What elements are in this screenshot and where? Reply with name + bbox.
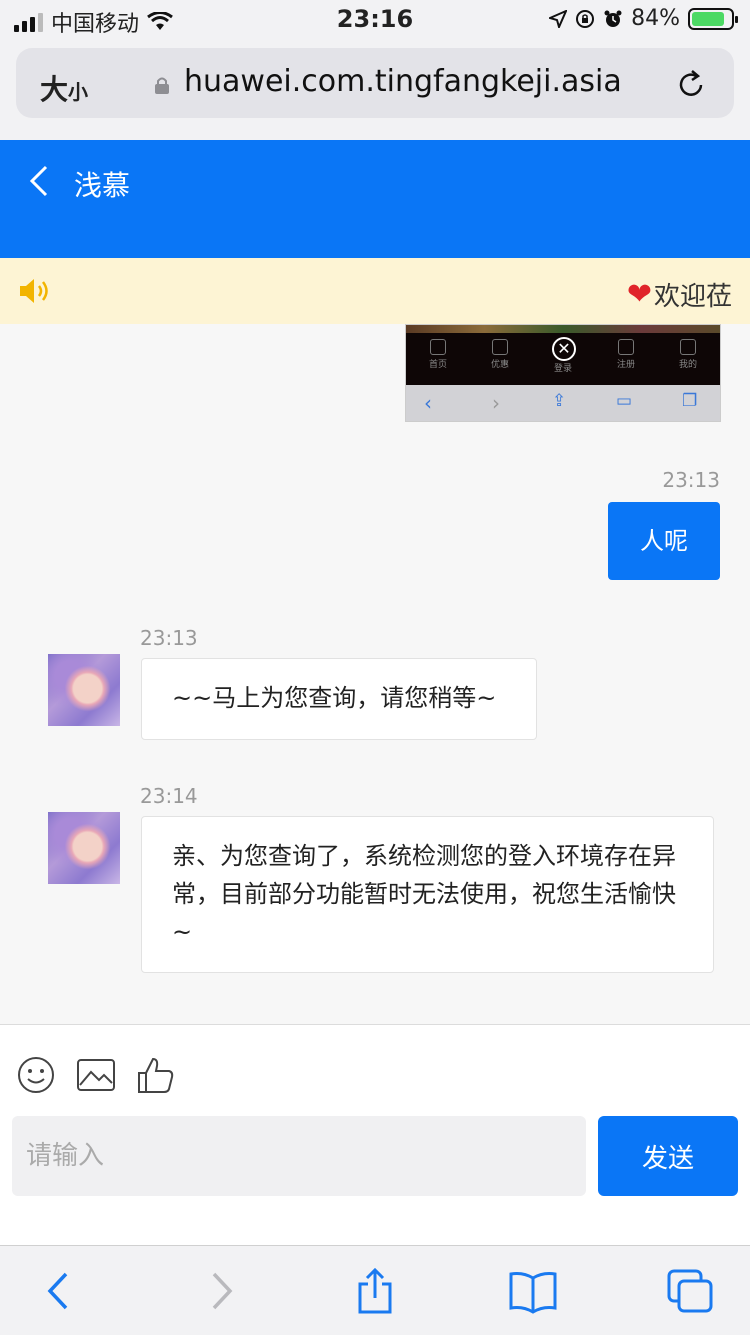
message-time: 23:13 <box>662 468 720 492</box>
image-tab-login: 登录 <box>543 361 583 374</box>
image-tab-offers: 优惠 <box>480 339 520 370</box>
page-title: 浅慕 <box>74 169 131 202</box>
image-tabs-icon: ❐ <box>682 391 698 411</box>
back-arrow-icon[interactable] <box>26 164 54 198</box>
gift-icon <box>492 339 508 355</box>
notice-marquee: ❤ 欢迎莅 <box>627 276 732 313</box>
user-add-icon <box>618 339 634 355</box>
image-tab-label: 我的 <box>678 360 697 370</box>
heart-icon: ❤ <box>626 277 652 312</box>
bookmarks-icon[interactable] <box>508 1268 558 1314</box>
alarm-icon <box>604 10 622 27</box>
image-browser-toolbar: ‹ › ⇪ ▭ ❐ <box>406 385 720 421</box>
text-size-small: 小 <box>68 80 89 104</box>
image-tab-label: 优惠 <box>490 360 509 370</box>
status-right: 84% <box>549 6 738 31</box>
image-tab-label: 注册 <box>616 360 635 370</box>
message-input[interactable] <box>12 1116 586 1196</box>
battery-icon <box>688 7 738 30</box>
image-share-icon: ⇪ <box>552 391 567 411</box>
image-tab-label: 首页 <box>428 360 447 370</box>
image-tab-register: 注册 <box>606 339 646 370</box>
message-time: 23:14 <box>140 784 198 808</box>
location-icon <box>549 9 568 28</box>
message-time: 23:13 <box>140 626 198 650</box>
image-back-icon: ‹ <box>424 391 432 415</box>
chat-messages[interactable]: 首页 优惠 ✕ 登录 注册 我的 ‹ › ⇪ ▭ ❐ 23:13 人呢 23:1… <box>0 324 750 1024</box>
image-forward-icon: › <box>492 391 500 415</box>
image-tab-mine: 我的 <box>668 339 708 370</box>
speaker-icon <box>20 279 48 303</box>
composer: 发送 <box>0 1024 750 1246</box>
app-header: 浅慕 <box>0 140 750 258</box>
status-bar: 中国移动 23:16 84% <box>0 0 750 40</box>
tabs-icon[interactable] <box>666 1268 716 1314</box>
notice-text: 欢迎莅 <box>653 282 732 312</box>
send-button[interactable]: 发送 <box>598 1116 738 1196</box>
browser-address-bar: 大小 huawei.com.tingfangkeji.asia <box>0 40 750 141</box>
url-field[interactable]: 大小 huawei.com.tingfangkeji.asia <box>16 48 734 118</box>
agent-avatar[interactable] <box>48 654 120 726</box>
emoji-icon[interactable] <box>16 1055 56 1095</box>
image-tab-home: 首页 <box>418 339 458 370</box>
rotation-lock-icon <box>576 9 595 28</box>
battery-percent: 84% <box>631 6 680 31</box>
home-icon <box>430 339 446 355</box>
lock-icon <box>155 77 169 94</box>
close-circle-icon: ✕ <box>552 337 576 361</box>
browser-back-icon[interactable] <box>34 1268 84 1314</box>
browser-toolbar <box>0 1245 750 1335</box>
text-size-button[interactable]: 大小 <box>40 68 88 108</box>
image-picker-icon[interactable] <box>76 1055 116 1095</box>
browser-forward-icon[interactable] <box>196 1268 246 1314</box>
user-icon <box>680 339 696 355</box>
message-bubble-incoming[interactable]: ~~马上为您查询，请您稍等~ <box>141 658 537 740</box>
reload-icon[interactable] <box>674 68 708 102</box>
image-preview-strip <box>406 325 720 333</box>
message-bubble-outgoing[interactable]: 人呢 <box>608 502 720 580</box>
image-bookmarks-icon: ▭ <box>616 391 633 411</box>
message-bubble-incoming[interactable]: 亲、为您查询了，系统检测您的登入环境存在异常，目前部分功能暂时无法使用，祝您生活… <box>141 816 714 973</box>
image-message[interactable]: 首页 优惠 ✕ 登录 注册 我的 ‹ › ⇪ ▭ ❐ <box>405 324 721 422</box>
thumbs-up-icon[interactable] <box>136 1055 176 1095</box>
notice-bar: ❤ 欢迎莅 <box>0 258 750 324</box>
url-text: huawei.com.tingfangkeji.asia <box>184 64 622 99</box>
image-tab-label: 登录 <box>553 364 572 374</box>
image-preview: 首页 优惠 ✕ 登录 注册 我的 <box>406 325 720 385</box>
agent-avatar[interactable] <box>48 812 120 884</box>
text-size-large: 大 <box>40 73 69 106</box>
share-icon[interactable] <box>350 1268 400 1314</box>
